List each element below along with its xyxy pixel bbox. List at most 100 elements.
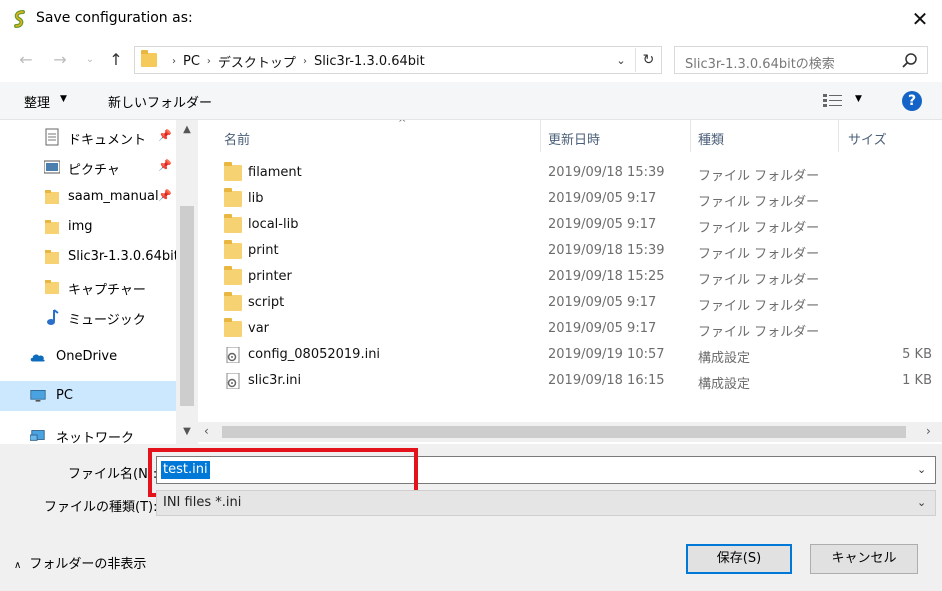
folder-icon: [45, 280, 59, 294]
folder-icon: [45, 220, 59, 234]
search-input[interactable]: Slic3r-1.3.0.64bitの検索: [674, 46, 928, 74]
organize-menu[interactable]: 整理: [24, 92, 50, 111]
breadcrumb-separator[interactable]: ›: [207, 56, 211, 67]
sidebar-item-music[interactable]: ミュージック: [0, 302, 176, 332]
breadcrumb-desktop[interactable]: デスクトップ: [218, 52, 296, 71]
help-icon[interactable]: ?: [902, 91, 922, 111]
settings-file-icon: [226, 347, 240, 363]
sidebar-item-label: OneDrive: [56, 349, 118, 364]
save-options-panel: ファイル名(N): test.ini ⌄ ファイルの種類(T): INI fil…: [0, 444, 942, 591]
close-button[interactable]: ✕: [906, 6, 934, 32]
scroll-left-icon[interactable]: ‹: [204, 424, 209, 438]
file-date: 2019/09/18 16:15: [548, 373, 665, 388]
column-header-type[interactable]: 種類: [698, 120, 838, 152]
file-date: 2019/09/05 9:17: [548, 321, 657, 336]
address-dropdown-button[interactable]: ⌄: [611, 51, 631, 71]
column-header-name[interactable]: 名前 ^: [224, 120, 540, 152]
search-icon: [902, 53, 917, 68]
sidebar-item-network[interactable]: ネットワーク: [0, 420, 176, 444]
sidebar-scrollbar[interactable]: ▲ ▼: [176, 120, 198, 444]
sidebar-item-onedrive[interactable]: OneDrive: [0, 342, 176, 372]
title-bar: Save configuration as: ✕: [0, 0, 942, 38]
chevron-down-icon[interactable]: ▼: [60, 94, 67, 104]
new-folder-button[interactable]: 新しいフォルダー: [108, 92, 212, 111]
recent-locations-button[interactable]: ⌄: [80, 48, 100, 72]
sidebar-item-capture[interactable]: キャプチャー: [0, 272, 176, 302]
scrollbar-thumb[interactable]: [222, 426, 906, 438]
hide-folders-toggle[interactable]: ∧ フォルダーの非表示: [14, 553, 146, 572]
file-date: 2019/09/05 9:17: [548, 191, 657, 206]
chevron-down-icon[interactable]: ⌄: [917, 463, 926, 476]
breadcrumb-current-folder[interactable]: Slic3r-1.3.0.64bit: [314, 54, 425, 69]
folder-icon: [224, 318, 242, 337]
scroll-down-icon[interactable]: ▼: [176, 426, 198, 437]
navigation-pane: ドキュメント 📌 ピクチャ 📌 saam_manual 📌 img Slic3r…: [0, 120, 198, 444]
file-type: ファイル フォルダー: [698, 273, 820, 288]
column-header-date[interactable]: 更新日時: [548, 120, 690, 152]
table-row[interactable]: filament 2019/09/18 15:39 ファイル フォルダー: [198, 160, 942, 186]
view-options-icon[interactable]: [822, 92, 844, 110]
address-bar[interactable]: › PC › デスクトップ › Slic3r-1.3.0.64bit ⌄ ↻: [134, 46, 662, 74]
table-row[interactable]: local-lib 2019/09/05 9:17 ファイル フォルダー: [198, 212, 942, 238]
file-name: local-lib: [248, 217, 299, 232]
column-divider[interactable]: [838, 120, 839, 152]
sidebar-item-saam-manual[interactable]: saam_manual 📌: [0, 182, 176, 212]
file-type: ファイル フォルダー: [698, 325, 820, 340]
file-type: ファイル フォルダー: [698, 195, 820, 210]
sidebar-item-img[interactable]: img: [0, 212, 176, 242]
pc-icon: [30, 390, 46, 402]
file-name: slic3r.ini: [248, 373, 302, 388]
cancel-button[interactable]: キャンセル: [810, 544, 918, 574]
file-name: printer: [248, 269, 292, 284]
sidebar-item-label: ミュージック: [68, 313, 146, 328]
breadcrumb-pc[interactable]: PC: [183, 54, 200, 69]
pin-icon[interactable]: 📌: [158, 189, 172, 202]
folder-icon: [224, 292, 242, 311]
filetype-select[interactable]: INI files *.ini ⌄: [156, 490, 936, 516]
chevron-down-icon[interactable]: ⌄: [917, 496, 926, 509]
chevron-down-icon[interactable]: ▼: [855, 94, 862, 104]
back-button[interactable]: ←: [12, 48, 40, 72]
window-title: Save configuration as:: [36, 10, 193, 26]
sidebar-item-slic3r[interactable]: Slic3r-1.3.0.64bit: [0, 242, 179, 272]
pin-icon[interactable]: 📌: [158, 159, 172, 172]
forward-button[interactable]: →: [46, 48, 74, 72]
scrollbar-thumb[interactable]: [180, 206, 194, 406]
sidebar-item-label: saam_manual: [68, 189, 159, 204]
scroll-up-icon[interactable]: ▲: [176, 124, 198, 135]
sidebar-item-pictures[interactable]: ピクチャ 📌: [0, 152, 176, 182]
sidebar-item-pc[interactable]: PC: [0, 381, 176, 411]
column-divider[interactable]: [540, 120, 541, 152]
file-list-horizontal-scrollbar[interactable]: ‹ ›: [198, 422, 942, 442]
sidebar-item-label: Slic3r-1.3.0.64bit: [68, 249, 179, 264]
table-row[interactable]: lib 2019/09/05 9:17 ファイル フォルダー: [198, 186, 942, 212]
pin-icon[interactable]: 📌: [158, 129, 172, 142]
scroll-right-icon[interactable]: ›: [926, 424, 931, 438]
table-row[interactable]: print 2019/09/18 15:39 ファイル フォルダー: [198, 238, 942, 264]
chevron-up-icon: ∧: [14, 560, 22, 571]
file-date: 2019/09/18 15:39: [548, 165, 665, 180]
table-row[interactable]: slic3r.ini 2019/09/18 16:15 構成設定 1 KB: [198, 368, 942, 394]
table-row[interactable]: printer 2019/09/18 15:25 ファイル フォルダー: [198, 264, 942, 290]
save-button[interactable]: 保存(S): [686, 544, 792, 574]
sidebar-item-label: img: [68, 219, 93, 234]
column-header-size[interactable]: サイズ: [848, 120, 938, 152]
table-row[interactable]: config_08052019.ini 2019/09/19 10:57 構成設…: [198, 342, 942, 368]
column-divider[interactable]: [690, 120, 691, 152]
file-type: 構成設定: [698, 377, 751, 392]
breadcrumb: › PC › デスクトップ › Slic3r-1.3.0.64bit: [165, 52, 425, 71]
table-row[interactable]: var 2019/09/05 9:17 ファイル フォルダー: [198, 316, 942, 342]
folder-icon: [224, 214, 242, 233]
sidebar-item-label: ネットワーク: [56, 431, 135, 444]
file-name: filament: [248, 165, 302, 180]
file-date: 2019/09/19 10:57: [548, 347, 665, 362]
refresh-icon[interactable]: ↻: [635, 48, 661, 72]
sidebar-item-label: PC: [56, 388, 73, 403]
breadcrumb-separator[interactable]: ›: [303, 56, 307, 67]
table-row[interactable]: script 2019/09/05 9:17 ファイル フォルダー: [198, 290, 942, 316]
folder-icon: [45, 250, 59, 264]
sidebar-item-documents[interactable]: ドキュメント 📌: [0, 122, 176, 152]
sidebar-item-label: キャプチャー: [68, 283, 146, 298]
up-button[interactable]: ↑: [104, 48, 128, 72]
file-name: print: [248, 243, 279, 258]
